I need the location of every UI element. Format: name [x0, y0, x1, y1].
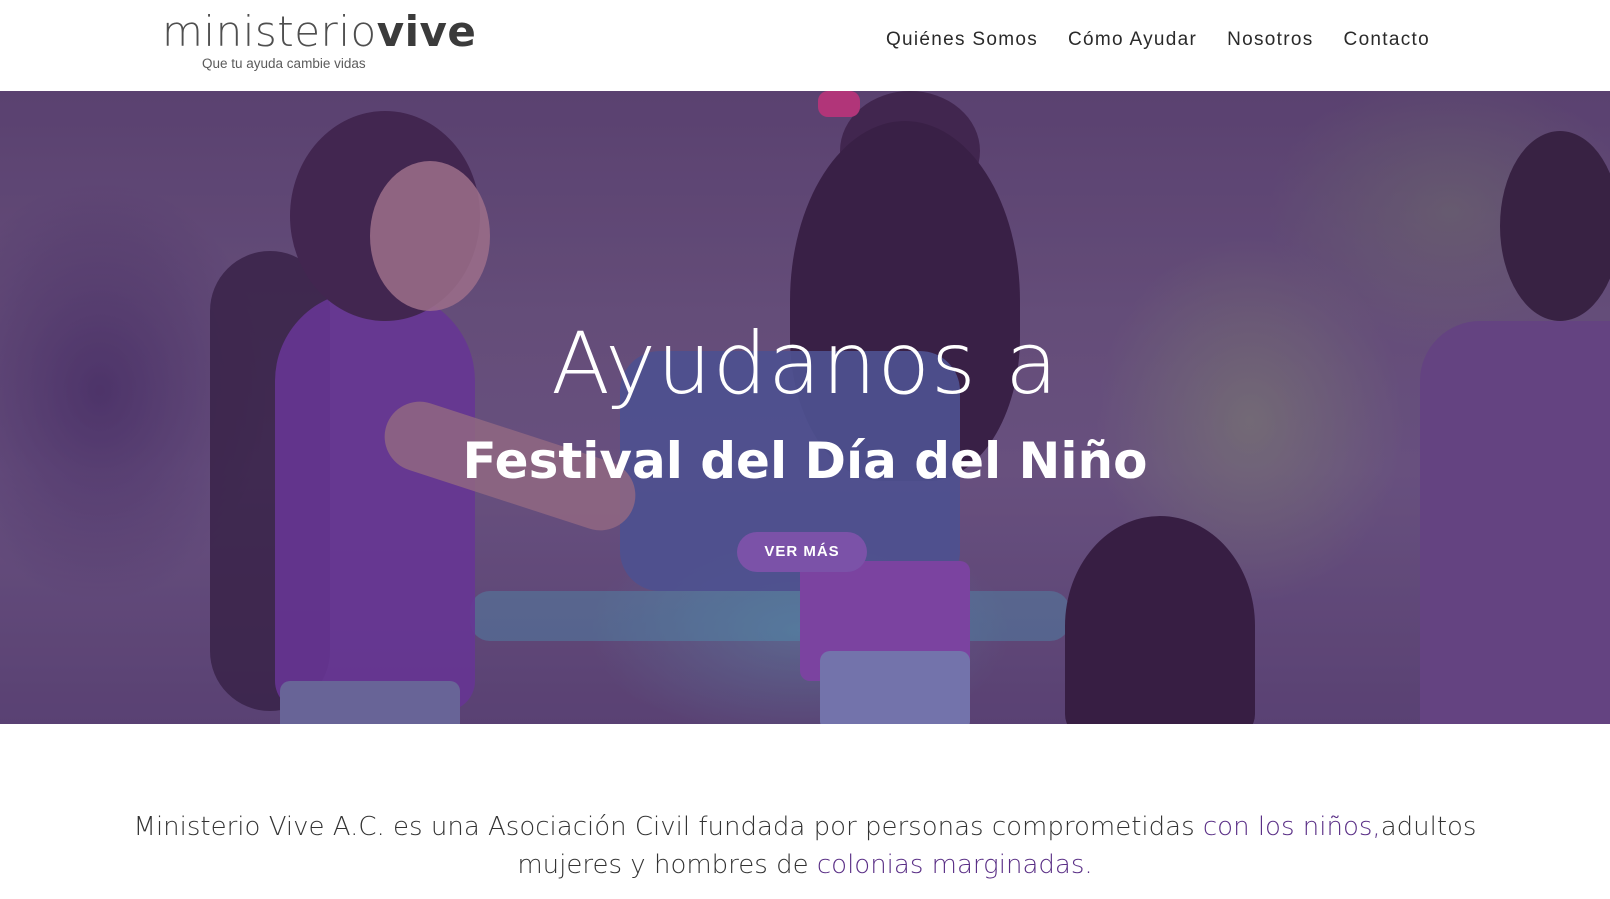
- hero-subtitle: Festival del Día del Niño: [462, 432, 1148, 490]
- logo[interactable]: ministeriovive Que tu ayuda cambie vidas: [162, 8, 476, 72]
- nav-item-como-ayudar[interactable]: Cómo Ayudar: [1068, 28, 1197, 52]
- logo-wordmark-bold: vive: [376, 7, 477, 56]
- logo-wordmark: ministeriovive: [162, 8, 476, 56]
- logo-tagline: Que tu ayuda cambie vidas: [202, 56, 366, 71]
- intro-text: Ministerio Vive A.C. es una Asociación C…: [133, 812, 1203, 842]
- intro-paragraph: Ministerio Vive A.C. es una Asociación C…: [120, 808, 1490, 884]
- hero-banner: Ayudanos a Festival del Día del Niño VER…: [0, 91, 1610, 724]
- main-nav: Quiénes Somos Cómo Ayudar Nosotros Conta…: [856, 28, 1430, 52]
- site-header: ministeriovive Que tu ayuda cambie vidas…: [0, 0, 1610, 91]
- hero-title: Ayudanos a: [551, 314, 1059, 414]
- nav-item-contacto[interactable]: Contacto: [1344, 28, 1430, 52]
- intro-highlight: colonias marginadas.: [816, 850, 1093, 880]
- ver-mas-button[interactable]: VER MÁS: [737, 532, 867, 572]
- nav-item-quienes-somos[interactable]: Quiénes Somos: [886, 28, 1038, 52]
- intro-highlight: con los niños,: [1202, 812, 1381, 842]
- nav-item-nosotros[interactable]: Nosotros: [1227, 28, 1313, 52]
- logo-wordmark-thin: ministerio: [162, 7, 377, 56]
